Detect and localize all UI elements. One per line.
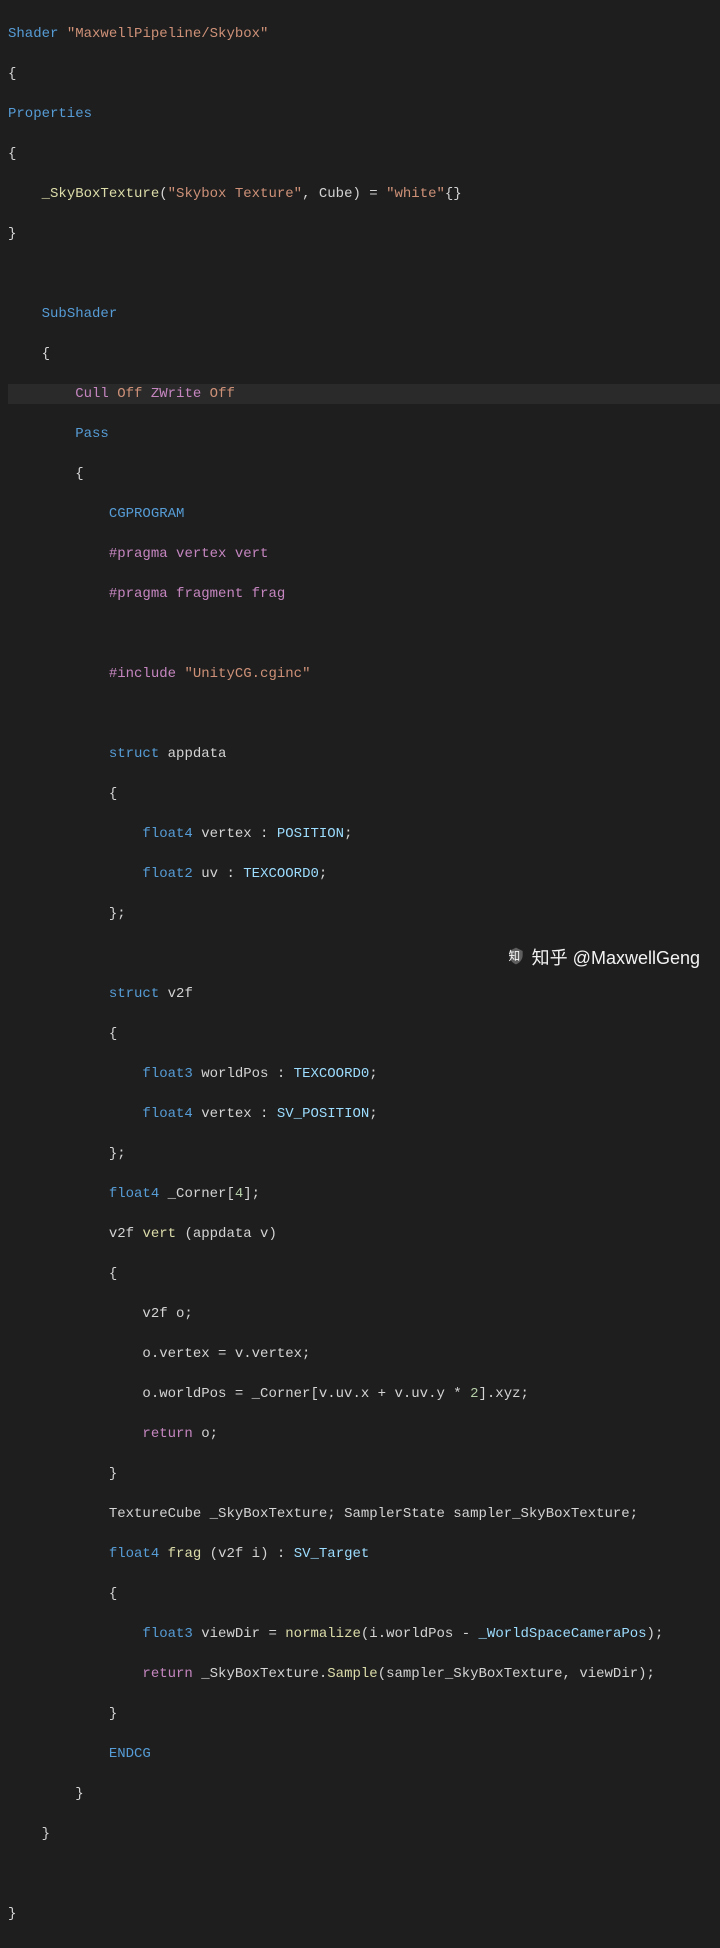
code-line: { xyxy=(8,1264,720,1284)
code-line: CGPROGRAM xyxy=(8,504,720,524)
code-line: }; xyxy=(8,1144,720,1164)
code-line: float4 _Corner[4]; xyxy=(8,1184,720,1204)
code-line: float3 viewDir = normalize(i.worldPos - … xyxy=(8,1624,720,1644)
code-line: v2f vert (appdata v) xyxy=(8,1224,720,1244)
code-line: float4 vertex : POSITION; xyxy=(8,824,720,844)
code-line xyxy=(8,1864,720,1884)
code-line: } xyxy=(8,1904,720,1924)
code-line: o.worldPos = _Corner[v.uv.x + v.uv.y * 2… xyxy=(8,1384,720,1404)
code-line: o.vertex = v.vertex; xyxy=(8,1344,720,1364)
code-line: } xyxy=(8,1824,720,1844)
code-line: } xyxy=(8,1464,720,1484)
code-line: #include "UnityCG.cginc" xyxy=(8,664,720,684)
code-line: Shader "MaxwellPipeline/Skybox" xyxy=(8,24,720,44)
code-line: { xyxy=(8,784,720,804)
code-line: { xyxy=(8,464,720,484)
code-line: { xyxy=(8,144,720,164)
code-line-active: Cull Off ZWrite Off xyxy=(8,384,720,404)
svg-text:知: 知 xyxy=(508,949,520,963)
code-line: #pragma fragment frag xyxy=(8,584,720,604)
code-line xyxy=(8,704,720,724)
code-line: float2 uv : TEXCOORD0; xyxy=(8,864,720,884)
code-line: { xyxy=(8,344,720,364)
code-line: return o; xyxy=(8,1424,720,1444)
code-line: TextureCube _SkyBoxTexture; SamplerState… xyxy=(8,1504,720,1524)
code-line: return _SkyBoxTexture.Sample(sampler_Sky… xyxy=(8,1664,720,1684)
code-line: Properties xyxy=(8,104,720,124)
code-line: float4 frag (v2f i) : SV_Target xyxy=(8,1544,720,1564)
code-line: _SkyBoxTexture("Skybox Texture", Cube) =… xyxy=(8,184,720,204)
code-line: float3 worldPos : TEXCOORD0; xyxy=(8,1064,720,1084)
watermark: 知 知乎 @MaxwellGeng xyxy=(506,946,700,970)
code-line: } xyxy=(8,1704,720,1724)
code-editor[interactable]: Shader "MaxwellPipeline/Skybox" { Proper… xyxy=(0,0,720,1948)
code-line: { xyxy=(8,1024,720,1044)
code-line xyxy=(8,624,720,644)
code-line: { xyxy=(8,64,720,84)
code-line xyxy=(8,264,720,284)
code-line: v2f o; xyxy=(8,1304,720,1324)
code-line: ENDCG xyxy=(8,1744,720,1764)
code-line: Pass xyxy=(8,424,720,444)
code-line: } xyxy=(8,224,720,244)
code-line: struct v2f xyxy=(8,984,720,1004)
code-line: struct appdata xyxy=(8,744,720,764)
code-line: SubShader xyxy=(8,304,720,324)
code-line: float4 vertex : SV_POSITION; xyxy=(8,1104,720,1124)
code-line: { xyxy=(8,1584,720,1604)
code-line: } xyxy=(8,1784,720,1804)
zhihu-icon: 知 xyxy=(506,946,526,970)
code-line: #pragma vertex vert xyxy=(8,544,720,564)
watermark-text: 知乎 @MaxwellGeng xyxy=(532,948,700,968)
code-line: }; xyxy=(8,904,720,924)
